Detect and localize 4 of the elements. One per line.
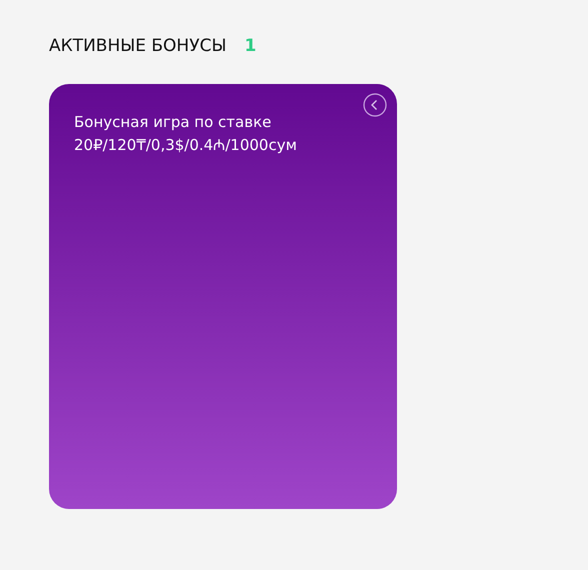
bonus-count: 1 <box>244 36 256 56</box>
bonus-description: Бонусная игра по ставке 20₽/120₸/0,3$/0.4₼/1000сум <box>74 112 298 156</box>
back-icon[interactable] <box>363 93 387 117</box>
section-title: АКТИВНЫЕ БОНУСЫ <box>49 36 226 56</box>
